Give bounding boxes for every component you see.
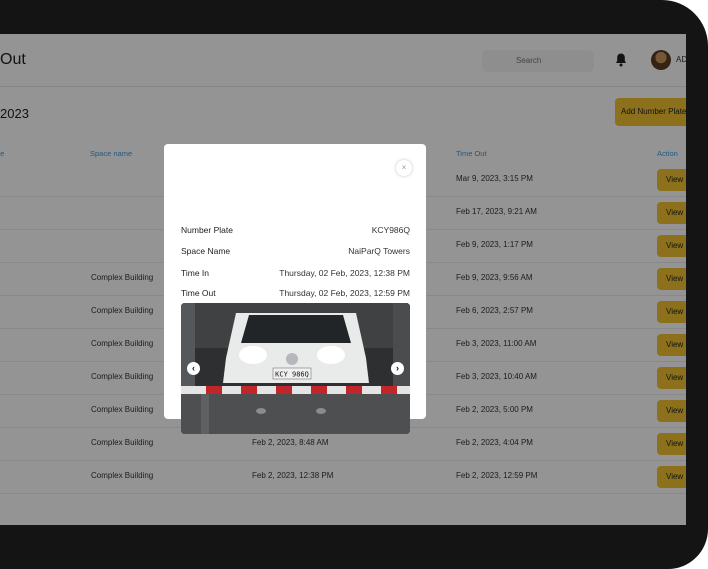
app-screen: Out Search AD 2023 Add Number Plate te S… [0,34,686,525]
space-name-label: Space Name [181,246,231,256]
number-plate-value: KCY986Q [371,225,410,235]
device-frame: Out Search AD 2023 Add Number Plate te S… [0,0,708,569]
time-in-value: Thursday, 02 Feb, 2023, 12:38 PM [279,268,410,278]
close-button[interactable]: × [396,160,412,176]
number-plate-details-modal: × Number Plate KCY986Q Space Name NaiPar… [164,144,426,434]
vehicle-photo-carousel: KCY 986Q ‹ › [181,303,410,434]
time-in-label: Time In [181,268,210,278]
space-name-value: NaiParQ Towers [348,246,410,256]
number-plate-label: Number Plate [181,225,233,235]
time-out-label: Time Out [181,288,216,298]
next-image-button[interactable]: › [391,362,404,375]
license-plate-text: KCY 986Q [275,371,309,379]
previous-image-button[interactable]: ‹ [187,362,200,375]
vehicle-photo: KCY 986Q [181,303,410,434]
time-out-value: Thursday, 02 Feb, 2023, 12:59 PM [279,288,410,298]
